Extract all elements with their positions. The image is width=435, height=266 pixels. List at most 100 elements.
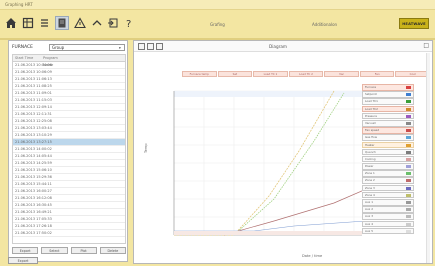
select-button[interactable]: Select [41,247,68,254]
y-axis-label: Temp [144,143,148,153]
legend-item[interactable]: Pressure [362,112,414,120]
legend-item-label: Aux 2 [365,207,374,212]
table-row[interactable]: 21.06.2013 15:44:11 [13,181,125,188]
maximize-icon[interactable]: □ [423,42,429,49]
legend-item-label: Setpoint [365,92,377,97]
table-row[interactable]: 21.06.2013 12:09:14 [13,104,125,111]
legend-item[interactable]: Aux 2 [362,206,414,213]
legend-item[interactable]: Fan speed [362,127,414,134]
table-row[interactable]: 21.06.2013 11:15:03 [13,97,125,104]
table-row[interactable]: 21.06.2013 11:06:13 [13,76,125,83]
legend-item[interactable]: Power [362,163,414,170]
delete-button[interactable]: Delete [99,247,126,254]
column-header-start[interactable]: Start Time [13,55,41,61]
series-tab[interactable]: Load TC 1 [253,71,288,77]
legend-swatch [406,150,411,154]
import-icon[interactable] [106,16,120,30]
legend-item-label: Aux 1 [365,200,374,204]
series-line-furnace [233,92,345,236]
legend-item[interactable]: Cooling [362,155,414,163]
table-row[interactable]: 21.06.2013 17:26:18 [13,223,125,230]
legend-item[interactable]: Furnace [362,84,414,91]
legend-swatch [406,157,411,161]
table-row[interactable]: 21.06.2013 14:25:59 [13,160,125,167]
legend-swatch [406,201,411,204]
legend-item[interactable]: Vacuum [362,119,414,127]
table-row[interactable]: 21.06.2013 14:00:02 [13,146,125,153]
legend-swatch [406,186,411,190]
legend-item[interactable]: Zone 4 [362,191,414,199]
furnace-select[interactable]: Group ▾ [49,44,125,51]
legend-item-label: Load TC1 [365,99,378,104]
table-row[interactable]: 21.06.2013 16:00:27 [13,188,125,195]
home-icon[interactable] [4,16,18,30]
bottom-export-button[interactable]: Export [8,257,38,264]
series-tab[interactable]: Load TC 2 [288,71,324,77]
export-button[interactable]: Export [12,247,39,254]
brand-logo: HEATWAVE [399,18,429,29]
legend-item[interactable]: Zone 2 [362,177,414,185]
run-table-header: Start Time Program Name [13,55,125,67]
legend-item[interactable]: Quench [362,148,414,156]
table-row[interactable]: 21.06.2013 14:05:44 [13,153,125,160]
legend-item-label: Zone 4 [365,192,375,197]
table-row[interactable]: 21.06.2013 17:05:33 [13,216,125,223]
document-icon[interactable] [55,16,69,30]
legend-swatch [406,121,411,125]
run-table: Start Time Program Name 21.06.2013 10:04… [12,54,126,244]
legend-item-label: Vacuum [365,120,377,125]
table-row[interactable]: 21.06.2013 15:29:36 [13,174,125,181]
legend-swatch [406,107,411,111]
legend-item-label: Aux 4 [365,221,374,226]
export-icon[interactable] [90,16,104,30]
legend-item[interactable]: Aux 4 [362,220,414,228]
compare-icon[interactable] [38,16,52,30]
pan-icon[interactable] [147,43,154,50]
table-icon[interactable] [21,16,35,30]
legend-item[interactable]: Aux 5 [362,227,414,235]
x-axis-label: Date / time [302,254,323,258]
table-row[interactable]: 21.06.2013 16:12:08 [13,195,125,202]
window-title: Graphing HRT [5,2,33,7]
table-row[interactable]: 21.06.2013 15:06:10 [13,167,125,174]
legend-swatch [406,129,411,133]
legend-item-label: Aux 3 [365,214,374,219]
legend-item[interactable]: Setpoint [362,91,414,98]
series-tab[interactable]: Fan [359,71,395,77]
furnace-label: FURNACE [12,45,33,50]
plot-button[interactable]: Plot [70,247,97,254]
graph-scrollbar[interactable] [426,53,430,263]
column-header-program[interactable]: Program Name [41,55,69,67]
legend-item[interactable]: Gas flow [362,134,414,141]
table-row[interactable]: 21.06.2013 10:06:09 [13,69,125,76]
series-tab[interactable]: Set [217,71,253,77]
table-row[interactable]: 21.06.2013 11:08:25 [13,83,125,90]
warning-icon[interactable] [73,16,87,30]
series-tab[interactable]: Furnace temp [182,71,217,77]
legend-item-label: Aux 5 [365,228,374,233]
legend-item[interactable]: Heater [362,141,414,149]
legend-item[interactable]: Zone 3 [362,184,414,192]
title-bar: Graphing HRT [0,0,435,10]
table-row[interactable]: 21.06.2013 13:10:29 [13,132,125,139]
table-row[interactable]: 21.06.2013 16:49:21 [13,209,125,216]
table-row[interactable]: 21.06.2013 12:11:31 [13,111,125,118]
table-row[interactable]: 21.06.2013 10:04:06 [13,62,125,69]
series-tab[interactable]: Cool [395,71,431,77]
table-row[interactable]: 21.06.2013 12:25:08 [13,118,125,125]
table-row[interactable]: 21.06.2013 13:03:44 [13,125,125,132]
table-row[interactable]: 21.06.2013 11:09:01 [13,90,125,97]
legend-item[interactable]: Aux 3 [362,213,414,220]
legend-item-label: Fan speed [365,128,380,133]
help-icon[interactable]: ? [122,16,136,30]
zoom-icon[interactable] [138,43,145,50]
table-row[interactable]: 21.06.2013 13:27:15 [13,139,125,146]
table-row[interactable]: 21.06.2013 17:50:02 [13,230,125,237]
table-row[interactable]: 21.06.2013 16:30:45 [13,202,125,209]
save-icon[interactable] [156,43,163,50]
legend-item[interactable]: Load TC1 [362,98,414,105]
legend-item[interactable]: Zone 1 [362,170,414,177]
series-tab[interactable]: Vac [324,71,359,77]
legend-item[interactable]: Load TC2 [362,105,414,113]
legend-item[interactable]: Aux 1 [362,199,414,206]
